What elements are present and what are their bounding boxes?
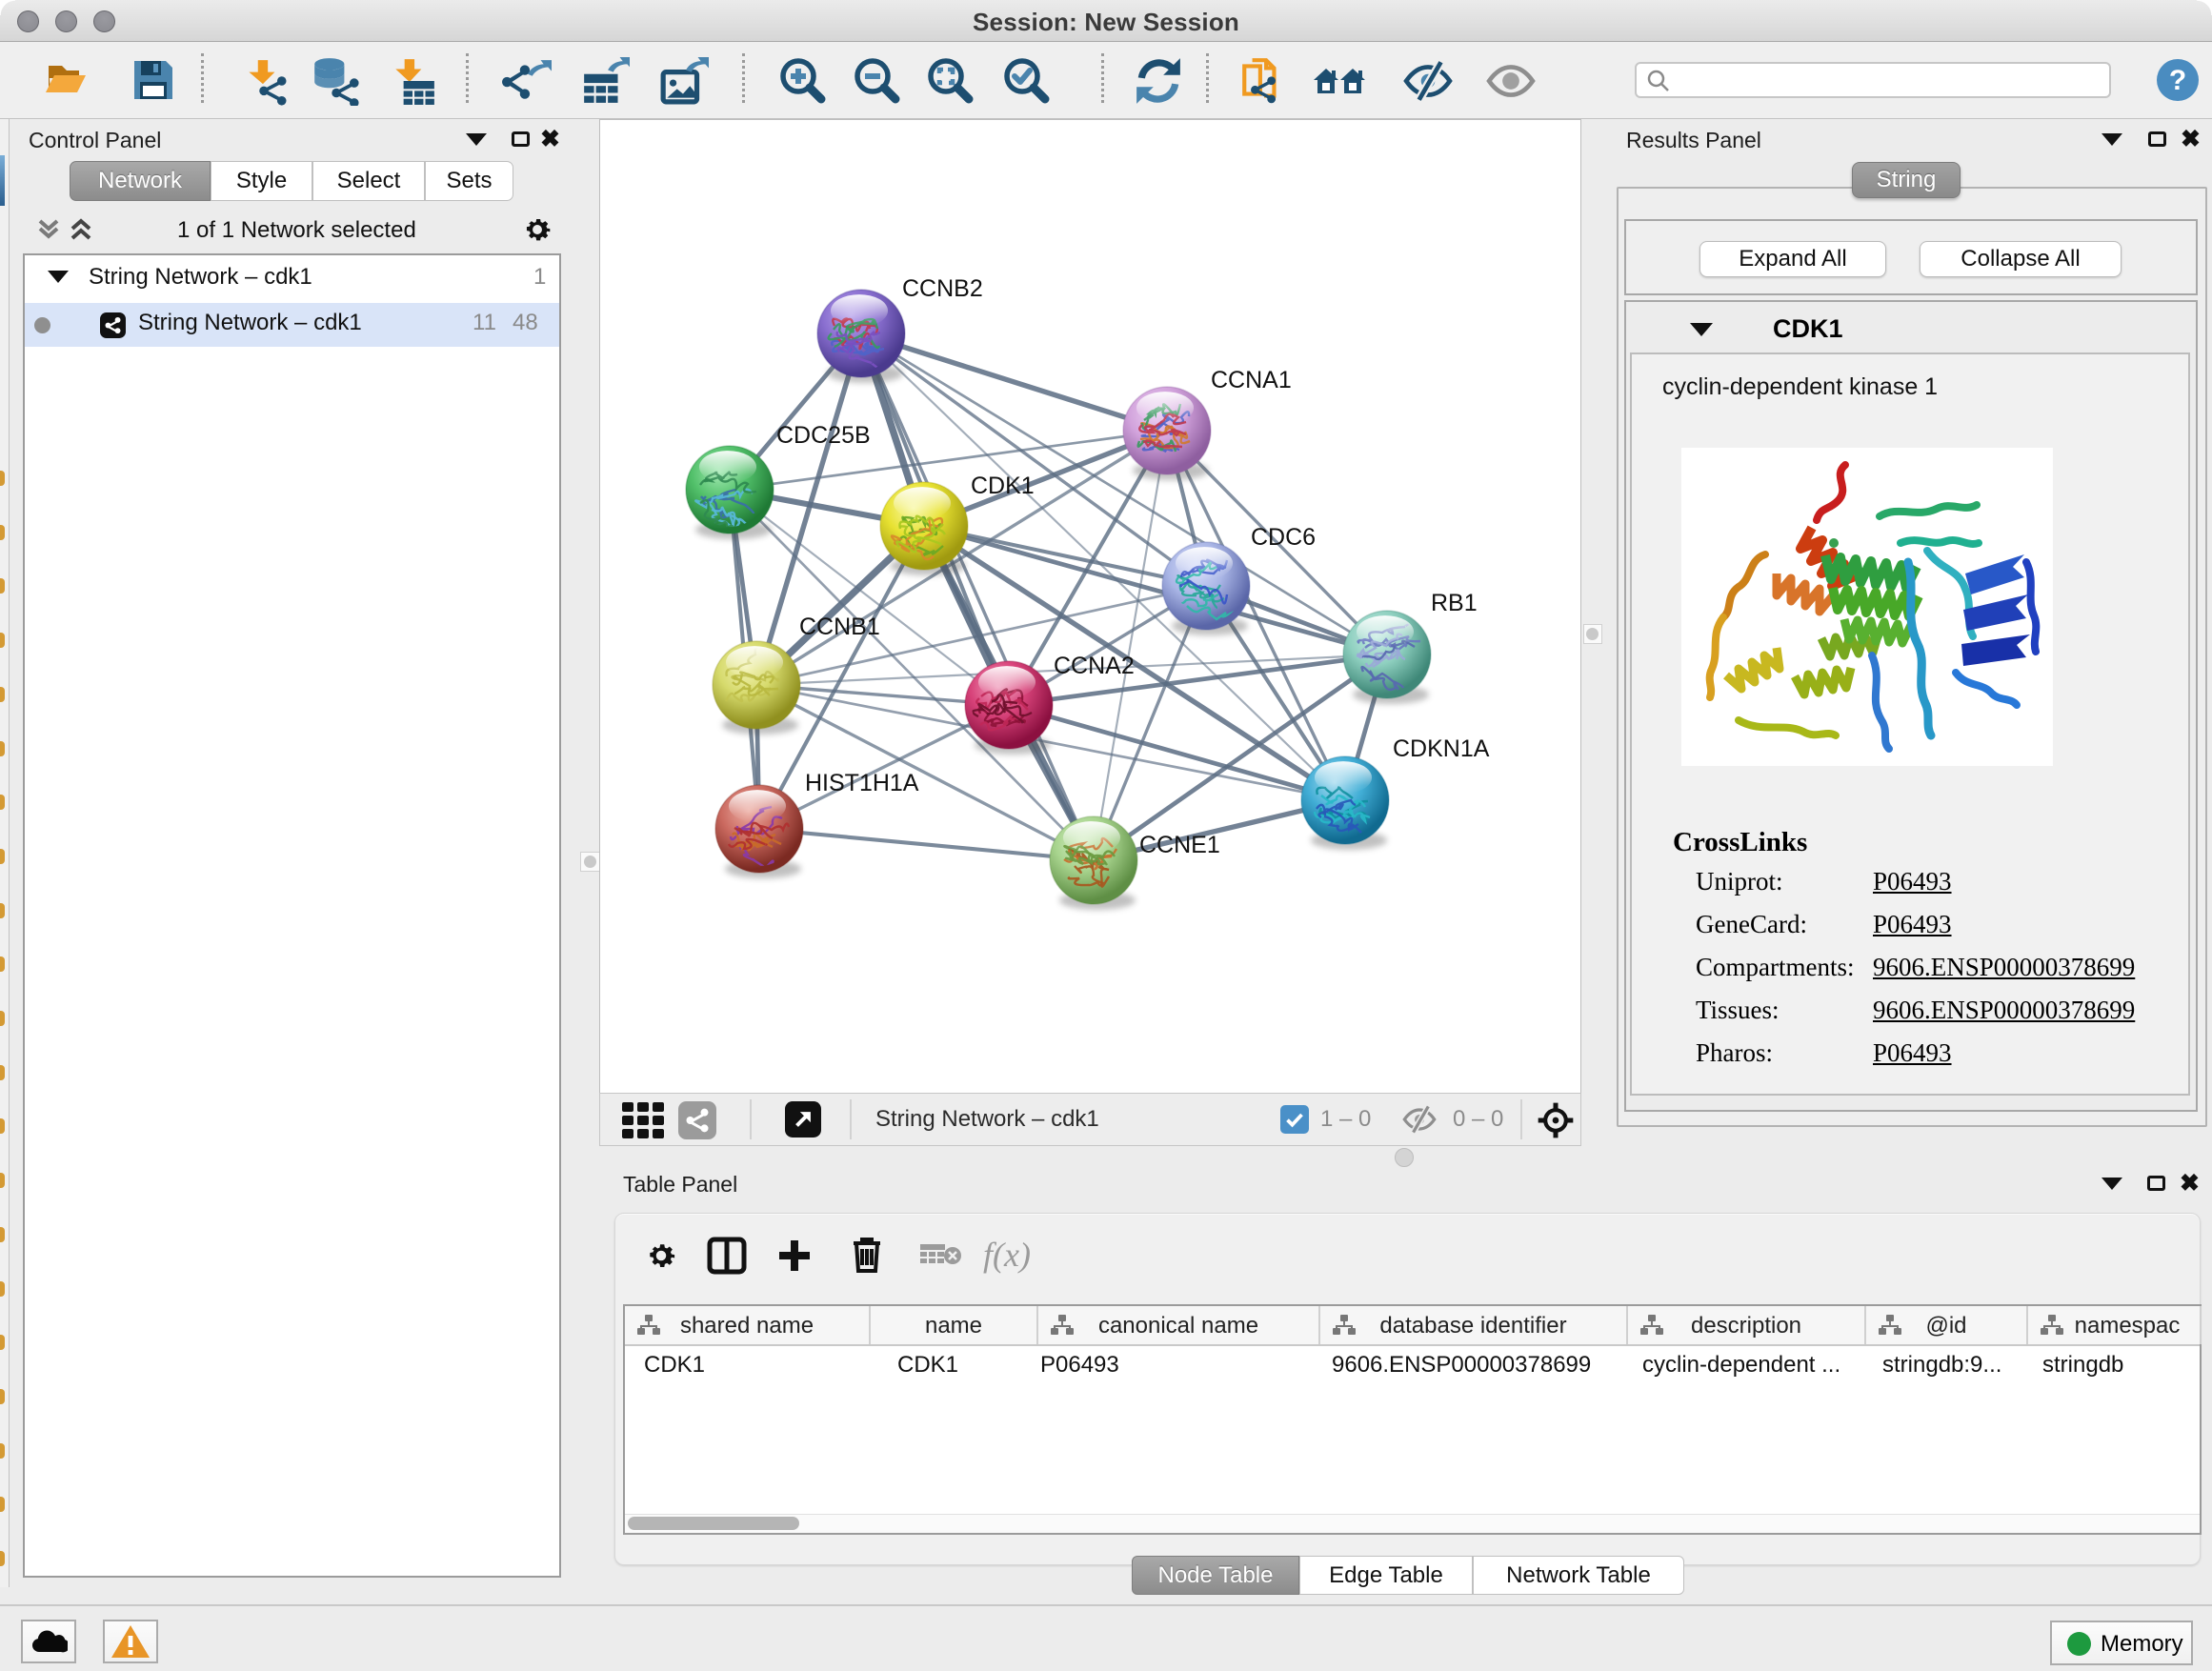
svg-text:CDK1: CDK1 [971, 473, 1035, 499]
svg-text:CCNB2: CCNB2 [902, 275, 983, 302]
svg-text:CDKN1A: CDKN1A [1393, 735, 1490, 762]
svg-text:CCNB1: CCNB1 [799, 614, 880, 640]
svg-text:CDC25B: CDC25B [776, 422, 871, 449]
svg-text:CCNA1: CCNA1 [1211, 367, 1292, 393]
svg-text:HIST1H1A: HIST1H1A [805, 770, 919, 796]
svg-text:RB1: RB1 [1431, 590, 1478, 616]
svg-text:?: ? [2169, 65, 2186, 96]
svg-text:CCNE1: CCNE1 [1139, 832, 1220, 858]
svg-text:CCNA2: CCNA2 [1054, 653, 1135, 679]
svg-text:CDC6: CDC6 [1251, 524, 1316, 551]
